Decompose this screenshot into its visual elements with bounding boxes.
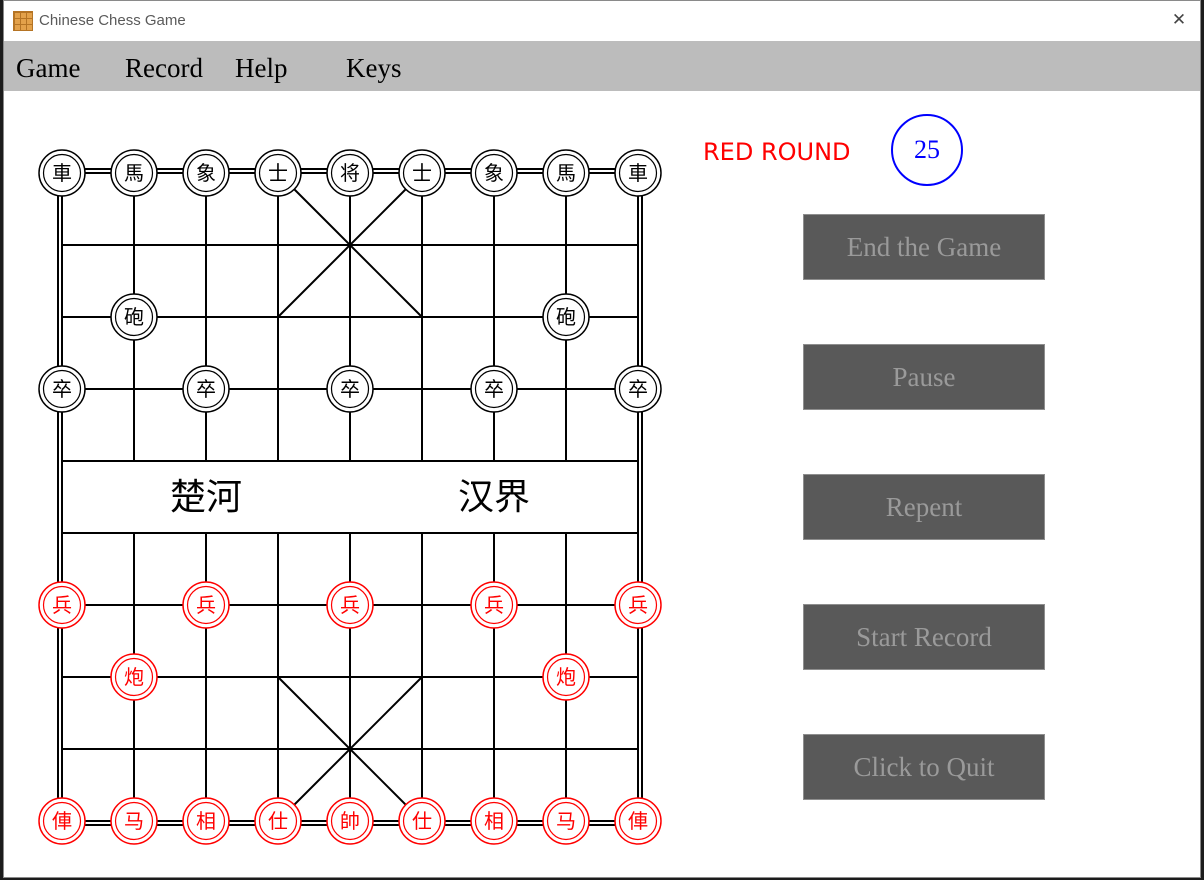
piece-label: 相 [196, 809, 216, 833]
river-text-right: 汉界 [458, 477, 530, 518]
black-piece-卒[interactable]: 卒 [182, 365, 230, 413]
black-piece-車[interactable]: 車 [38, 149, 86, 197]
red-piece-仕[interactable]: 仕 [254, 797, 302, 845]
red-piece-兵[interactable]: 兵 [614, 581, 662, 629]
red-piece-相[interactable]: 相 [470, 797, 518, 845]
piece-label: 帥 [340, 809, 360, 833]
red-piece-俥[interactable]: 俥 [38, 797, 86, 845]
piece-label: 馬 [124, 161, 144, 185]
title-bar: Chinese Chess Game ✕ [4, 1, 1200, 40]
chess-board[interactable]: 楚河 汉界 車 馬 象 士 将 士 象 馬 車砲 砲卒 卒 卒 卒 卒兵 兵 兵 兵 兵炮 炮俥 马 相 仕 帥 仕 相 马 俥 [4, 91, 694, 877]
piece-label: 相 [484, 809, 504, 833]
chessboard-icon [13, 11, 33, 31]
piece-label: 車 [52, 161, 72, 185]
piece-label: 士 [268, 161, 288, 185]
black-piece-砲[interactable]: 砲 [542, 293, 590, 341]
piece-label: 兵 [196, 593, 216, 617]
piece-label: 仕 [268, 809, 288, 833]
repent-button[interactable]: Repent [803, 474, 1045, 540]
black-piece-卒[interactable]: 卒 [470, 365, 518, 413]
black-piece-馬[interactable]: 馬 [542, 149, 590, 197]
black-piece-象[interactable]: 象 [182, 149, 230, 197]
red-piece-俥[interactable]: 俥 [614, 797, 662, 845]
piece-label: 砲 [556, 305, 576, 329]
black-piece-象[interactable]: 象 [470, 149, 518, 197]
red-piece-炮[interactable]: 炮 [110, 653, 158, 701]
piece-label: 兵 [340, 593, 360, 617]
red-piece-兵[interactable]: 兵 [470, 581, 518, 629]
piece-label: 車 [628, 161, 648, 185]
piece-label: 马 [124, 809, 144, 833]
piece-label: 仕 [412, 809, 432, 833]
piece-label: 卒 [196, 377, 216, 401]
red-piece-仕[interactable]: 仕 [398, 797, 446, 845]
start-record-button[interactable]: Start Record [803, 604, 1045, 670]
piece-label: 炮 [124, 665, 144, 689]
piece-label: 马 [556, 809, 576, 833]
piece-label: 士 [412, 161, 432, 185]
app-window: Chinese Chess Game ✕ Game Record Help Ke… [3, 0, 1201, 878]
river-text-left: 楚河 [170, 477, 242, 518]
red-piece-兵[interactable]: 兵 [38, 581, 86, 629]
pause-button[interactable]: Pause [803, 344, 1045, 410]
red-piece-炮[interactable]: 炮 [542, 653, 590, 701]
black-piece-士[interactable]: 士 [398, 149, 446, 197]
round-label: RED ROUND [703, 138, 851, 166]
piece-label: 卒 [340, 377, 360, 401]
menu-help[interactable]: Help [235, 53, 287, 84]
red-piece-帥[interactable]: 帥 [326, 797, 374, 845]
piece-label: 砲 [124, 305, 144, 329]
red-piece-相[interactable]: 相 [182, 797, 230, 845]
black-piece-車[interactable]: 車 [614, 149, 662, 197]
black-piece-士[interactable]: 士 [254, 149, 302, 197]
red-piece-马[interactable]: 马 [542, 797, 590, 845]
piece-label: 兵 [52, 593, 72, 617]
piece-label: 兵 [484, 593, 504, 617]
piece-label: 卒 [52, 377, 72, 401]
menu-game[interactable]: Game [16, 53, 80, 84]
piece-label: 馬 [556, 161, 576, 185]
close-icon[interactable]: ✕ [1166, 7, 1192, 33]
piece-label: 兵 [628, 593, 648, 617]
piece-label: 俥 [628, 809, 648, 833]
menu-bar: Game Record Help Keys [4, 41, 1200, 91]
menu-keys[interactable]: Keys [346, 53, 402, 84]
piece-label: 象 [484, 161, 504, 185]
piece-label: 炮 [556, 665, 576, 689]
black-piece-卒[interactable]: 卒 [326, 365, 374, 413]
piece-label: 卒 [484, 377, 504, 401]
menu-record[interactable]: Record [125, 53, 203, 84]
black-piece-卒[interactable]: 卒 [614, 365, 662, 413]
piece-label: 象 [196, 161, 216, 185]
piece-label: 将 [340, 161, 360, 185]
round-counter: 25 [891, 114, 963, 186]
black-piece-将[interactable]: 将 [326, 149, 374, 197]
quit-button[interactable]: Click to Quit [803, 734, 1045, 800]
red-piece-兵[interactable]: 兵 [182, 581, 230, 629]
window-title: Chinese Chess Game [39, 12, 186, 29]
piece-label: 俥 [52, 809, 72, 833]
black-piece-馬[interactable]: 馬 [110, 149, 158, 197]
black-piece-卒[interactable]: 卒 [38, 365, 86, 413]
end-game-button[interactable]: End the Game [803, 214, 1045, 280]
black-piece-砲[interactable]: 砲 [110, 293, 158, 341]
red-piece-兵[interactable]: 兵 [326, 581, 374, 629]
piece-label: 卒 [628, 377, 648, 401]
red-piece-马[interactable]: 马 [110, 797, 158, 845]
